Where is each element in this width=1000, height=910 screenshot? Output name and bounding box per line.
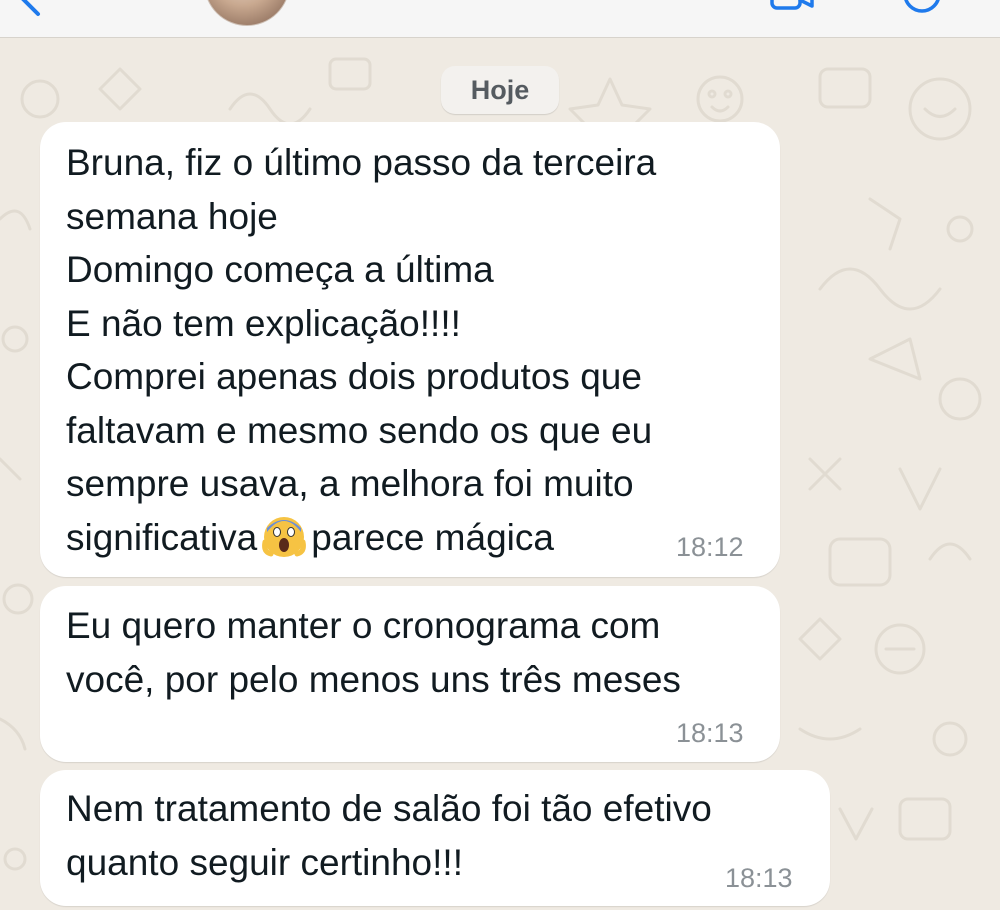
message-bubble[interactable]: Eu quero manter o cronograma com você, p… <box>40 586 780 762</box>
message-timestamp: 18:12 <box>676 532 744 562</box>
message-timestamp: 18:13 <box>676 718 744 748</box>
message-bubble[interactable]: Nem tratamento de salão foi tão efetivo … <box>40 770 830 906</box>
message-bubble[interactable]: Bruna, fiz o último passo da terceira se… <box>40 122 780 577</box>
chevron-left-icon[interactable] <box>10 0 50 18</box>
message-text: Nem tratamento de salão foi tão efetivo … <box>66 788 712 883</box>
message-text: Bruna, fiz o último passo da terceira se… <box>66 142 657 558</box>
date-separator: Hoje <box>441 66 559 114</box>
screaming-face-emoji-icon <box>262 516 307 557</box>
contact-avatar[interactable] <box>204 0 290 26</box>
phone-icon[interactable] <box>900 0 944 14</box>
message-text: Eu quero manter o cronograma com você, p… <box>66 605 681 700</box>
message-timestamp: 18:13 <box>725 863 793 893</box>
video-camera-icon[interactable] <box>770 0 814 12</box>
chat-header <box>0 0 1000 38</box>
